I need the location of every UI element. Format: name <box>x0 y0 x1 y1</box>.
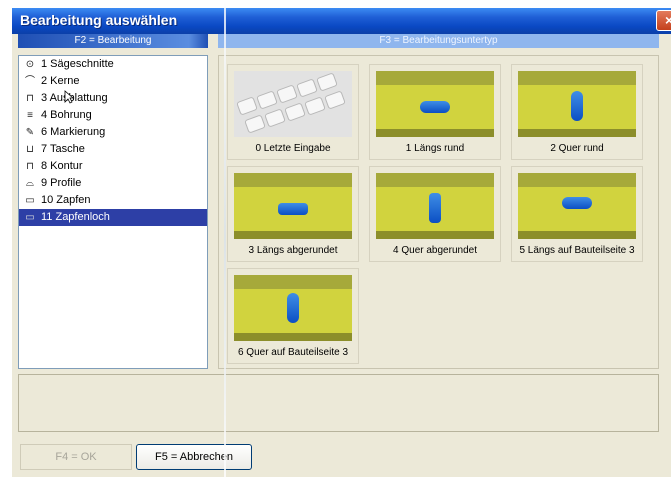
list-item-ausblattung[interactable]: ⊓ 3 Ausblattung <box>19 90 207 107</box>
profile-icon: ⌓ <box>26 178 34 189</box>
subtype-tile-quer-rund[interactable]: 2 Quer rund <box>511 64 643 160</box>
subtype-label: 4 Quer abgerundet <box>393 245 477 256</box>
list-item-saegeschnitte[interactable]: ⊙ 1 Sägeschnitte <box>19 56 207 73</box>
subtype-tile-quer-abgerundet[interactable]: 4 Quer abgerundet <box>369 166 501 262</box>
mortise-icon: ▭ <box>25 212 35 223</box>
list-item-kerne[interactable]: ⌒ 2 Kerne <box>19 73 207 90</box>
subtype-tile-quer-bauteilseite-3[interactable]: 6 Quer auf Bauteilseite 3 <box>227 268 359 364</box>
subtype-tile-letzte-eingabe[interactable]: 0 Letzte Eingabe <box>227 64 359 160</box>
subtype-label: 3 Längs abgerundet <box>248 245 338 256</box>
list-item-kontur[interactable]: ⊓ 8 Kontur <box>19 158 207 175</box>
beam-thumbnail <box>376 71 494 137</box>
beam-thumbnail <box>234 275 352 341</box>
slot-shape <box>420 101 450 113</box>
description-box <box>18 374 659 432</box>
subtype-tile-laengs-abgerundet[interactable]: 3 Längs abgerundet <box>227 166 359 262</box>
pocket-icon: ⊔ <box>26 144 34 155</box>
slot-shape <box>278 203 308 215</box>
header-bearbeitung: F2 = Bearbeitung <box>18 34 208 48</box>
pencil-icon: ✎ <box>25 127 35 138</box>
window-title: Bearbeitung auswählen <box>20 12 178 28</box>
slot-shape <box>287 293 299 323</box>
beam-thumbnail <box>376 173 494 239</box>
list-item-bohrung[interactable]: ≡ 4 Bohrung <box>19 107 207 124</box>
keyboard-thumbnail <box>234 71 352 137</box>
title-bar[interactable]: Bearbeitung auswählen × <box>12 8 671 34</box>
subtype-grid: 0 Letzte Eingabe 1 Längs rund 2 Quer run… <box>218 55 659 369</box>
list-item-profile[interactable]: ⌓ 9 Profile <box>19 175 207 192</box>
subtype-label: 0 Letzte Eingabe <box>255 143 331 154</box>
slot-shape <box>571 91 583 121</box>
halving-icon: ⊓ <box>26 93 34 104</box>
subtype-label: 1 Längs rund <box>405 143 465 154</box>
list-item-zapfenloch[interactable]: ▭ 11 Zapfenloch <box>19 209 207 226</box>
mouse-cursor-icon <box>64 90 74 104</box>
cancel-button[interactable]: F5 = Abbrechen <box>136 444 252 470</box>
subtype-tile-laengs-bauteilseite-3[interactable]: 5 Längs auf Bauteilseite 3 <box>511 166 643 262</box>
paper-fold-line <box>224 0 226 477</box>
beam-thumbnail <box>518 71 636 137</box>
close-icon: × <box>665 12 671 28</box>
subtype-tile-laengs-rund[interactable]: 1 Längs rund <box>369 64 501 160</box>
list-item-tasche[interactable]: ⊔ 7 Tasche <box>19 141 207 158</box>
ok-button[interactable]: F4 = OK <box>20 444 132 470</box>
subtype-label: 5 Längs auf Bauteilseite 3 <box>519 245 635 256</box>
list-item-zapfen[interactable]: ▭ 10 Zapfen <box>19 192 207 209</box>
subtype-label: 2 Quer rund <box>550 143 604 154</box>
notch-icon: ⌒ <box>25 76 35 87</box>
processing-list[interactable]: ⊙ 1 Sägeschnitte ⌒ 2 Kerne ⊓ 3 Ausblattung … <box>18 55 208 369</box>
drill-icon: ≡ <box>27 110 33 121</box>
contour-icon: ⊓ <box>26 161 34 172</box>
beam-thumbnail <box>518 173 636 239</box>
tenon-icon: ▭ <box>25 195 35 206</box>
header-bearbeitungsuntertyp: F3 = Bearbeitungsuntertyp <box>218 34 659 48</box>
close-button[interactable]: × <box>656 10 671 31</box>
subtype-label: 6 Quer auf Bauteilseite 3 <box>237 347 349 358</box>
beam-thumbnail <box>234 173 352 239</box>
slot-shape <box>429 193 441 223</box>
saw-cut-icon: ⊙ <box>25 59 35 70</box>
list-item-markierung[interactable]: ✎ 6 Markierung <box>19 124 207 141</box>
slot-shape <box>562 197 592 209</box>
